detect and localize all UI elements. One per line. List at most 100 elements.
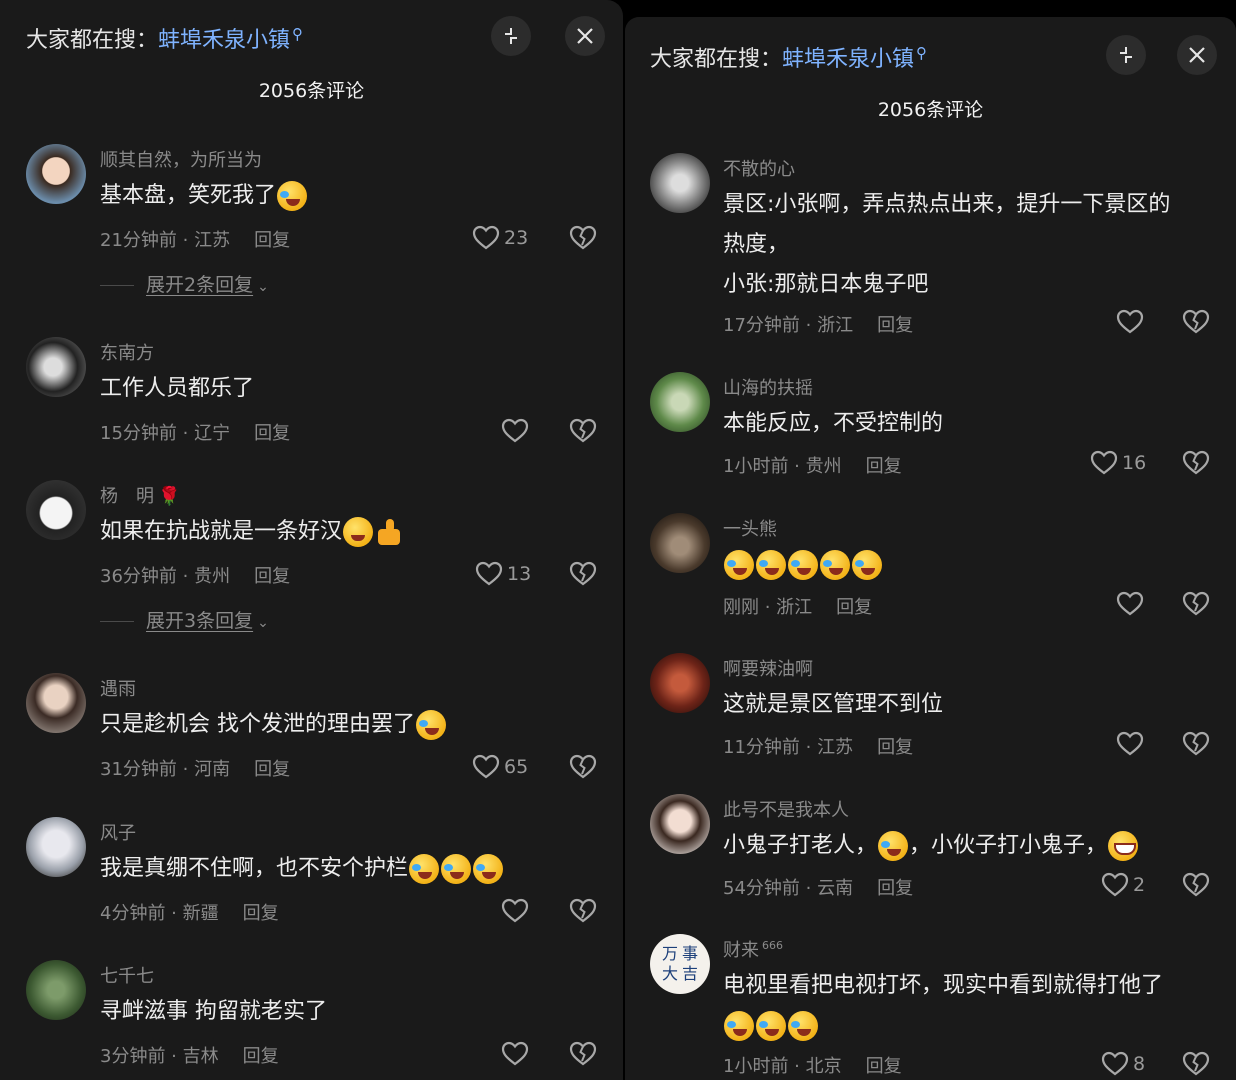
comment-username[interactable]: 东南方 bbox=[100, 339, 154, 365]
broken-heart-icon[interactable] bbox=[1182, 308, 1210, 336]
comment-time-location: 3分钟前 · 吉林 bbox=[100, 1046, 219, 1067]
comment-meta: 刚刚 · 浙江 回复 bbox=[723, 593, 872, 619]
avatar[interactable] bbox=[650, 794, 710, 854]
reply-button[interactable]: 回复 bbox=[254, 423, 290, 444]
trending-search-keyword[interactable]: 蚌埠禾泉小镇 bbox=[158, 28, 290, 53]
comment-count-title: 2056条评论 bbox=[877, 99, 984, 121]
collapse-button[interactable] bbox=[1106, 35, 1146, 75]
comment-meta: 21分钟前 · 江苏 回复 bbox=[100, 226, 290, 252]
comment-username-text: 杨 明 bbox=[100, 486, 154, 507]
reply-button[interactable]: 回复 bbox=[243, 1046, 279, 1067]
like-button[interactable]: 23 bbox=[472, 224, 528, 252]
expand-replies-button[interactable]: 展开3条回复 ⌄ bbox=[100, 606, 269, 633]
trending-search-link[interactable]: 大家都在搜：蚌埠禾泉小镇 ⚲ bbox=[26, 22, 303, 54]
comment-username[interactable]: 山海的扶摇 bbox=[723, 374, 813, 400]
broken-heart-icon[interactable] bbox=[569, 753, 597, 781]
laughing-tears-emoji bbox=[724, 550, 754, 580]
expand-replies-label: 展开3条回复 bbox=[146, 610, 254, 632]
comment-username[interactable]: 遇雨 bbox=[100, 675, 136, 701]
broken-heart-icon[interactable] bbox=[569, 224, 597, 252]
comment-text bbox=[723, 545, 883, 585]
broken-heart-icon[interactable] bbox=[569, 897, 597, 925]
comment-username[interactable]: 七千七 bbox=[100, 962, 154, 988]
avatar[interactable] bbox=[650, 372, 710, 432]
heart-icon bbox=[1116, 590, 1144, 618]
trending-search-keyword[interactable]: 蚌埠禾泉小镇 bbox=[782, 47, 914, 72]
expand-replies-button[interactable]: 展开2条回复 ⌄ bbox=[100, 270, 269, 297]
comment-text: 这就是景区管理不到位 bbox=[723, 692, 944, 717]
like-button[interactable]: 13 bbox=[475, 560, 531, 588]
broken-heart-icon[interactable] bbox=[1182, 1050, 1210, 1078]
close-button[interactable] bbox=[1177, 35, 1217, 75]
comment-meta: 17分钟前 · 浙江 回复 bbox=[723, 311, 913, 337]
comment-username[interactable]: 啊要辣油啊 bbox=[723, 655, 813, 681]
reply-button[interactable]: 回复 bbox=[877, 737, 913, 758]
comment-time-location: 11分钟前 · 江苏 bbox=[723, 737, 854, 758]
comment-text-content: 如果在抗战就是一条好汉 bbox=[100, 519, 343, 544]
reply-button[interactable]: 回复 bbox=[254, 759, 290, 780]
like-button[interactable] bbox=[501, 897, 529, 925]
like-button[interactable] bbox=[501, 417, 529, 445]
avatar[interactable] bbox=[650, 513, 710, 573]
comment-text: 小鬼子打老人， ，小伙子打小鬼子， bbox=[723, 826, 1139, 866]
comment-username[interactable]: 一头熊 bbox=[723, 515, 777, 541]
like-button[interactable] bbox=[501, 1040, 529, 1068]
like-button[interactable]: 2 bbox=[1101, 871, 1145, 899]
trending-search-link[interactable]: 大家都在搜：蚌埠禾泉小镇 ⚲ bbox=[650, 41, 927, 73]
comments-panel-right: 大家都在搜：蚌埠禾泉小镇 ⚲ 2056条评论 不散的心 景区:小张啊，弄点热点出来… bbox=[625, 17, 1236, 1080]
avatar[interactable] bbox=[26, 337, 86, 397]
expand-replies-label: 展开2条回复 bbox=[146, 274, 254, 296]
broken-heart-icon[interactable] bbox=[1182, 730, 1210, 758]
broken-heart-icon[interactable] bbox=[1182, 871, 1210, 899]
comment-username[interactable]: 不散的心 bbox=[723, 155, 795, 181]
comment-meta: 3分钟前 · 吉林 回复 bbox=[100, 1042, 279, 1068]
grinning-emoji bbox=[1108, 831, 1139, 861]
avatar[interactable] bbox=[26, 480, 86, 540]
reply-button[interactable]: 回复 bbox=[866, 456, 902, 477]
comment-username[interactable]: 杨 明 🌹 bbox=[100, 482, 180, 508]
avatar[interactable]: 万 事 大 吉 bbox=[650, 934, 710, 994]
collapse-icon bbox=[1120, 47, 1132, 63]
trending-search-prefix: 大家都在搜： bbox=[650, 47, 783, 72]
reply-button[interactable]: 回复 bbox=[836, 597, 872, 618]
close-button[interactable] bbox=[565, 16, 605, 56]
comment-time-location: 4分钟前 · 新疆 bbox=[100, 903, 219, 924]
broken-heart-icon[interactable] bbox=[569, 1040, 597, 1068]
comment-username[interactable]: 财来 666 bbox=[723, 936, 783, 962]
reply-button[interactable]: 回复 bbox=[243, 903, 279, 924]
avatar[interactable] bbox=[650, 153, 710, 213]
laughing-tears-emoji bbox=[441, 854, 472, 884]
reply-button[interactable]: 回复 bbox=[254, 230, 290, 251]
broken-heart-icon[interactable] bbox=[569, 560, 597, 588]
like-button[interactable] bbox=[1116, 308, 1144, 336]
comment-text: 本能反应，不受控制的 bbox=[723, 411, 944, 436]
like-button[interactable] bbox=[1116, 590, 1144, 618]
collapse-button[interactable] bbox=[491, 16, 531, 56]
like-button[interactable] bbox=[1116, 730, 1144, 758]
comment-text-line: 热度， bbox=[723, 232, 790, 257]
broken-heart-icon[interactable] bbox=[1182, 449, 1210, 477]
avatar[interactable] bbox=[26, 673, 86, 733]
like-button[interactable]: 65 bbox=[472, 753, 528, 781]
grinning-emoji bbox=[343, 517, 374, 547]
avatar[interactable] bbox=[26, 960, 86, 1020]
avatar[interactable] bbox=[26, 817, 86, 877]
comment-username-text: 财来 bbox=[723, 940, 759, 961]
broken-heart-icon[interactable] bbox=[1182, 590, 1210, 618]
reply-button[interactable]: 回复 bbox=[254, 566, 290, 587]
comment-username[interactable]: 顺其自然，为所当为 bbox=[100, 146, 262, 172]
comment-time-location: 54分钟前 · 云南 bbox=[723, 878, 854, 899]
like-button[interactable]: 16 bbox=[1090, 449, 1146, 477]
comment-text: 我是真绷不住啊，也不安个护栏 bbox=[100, 849, 504, 889]
reply-button[interactable]: 回复 bbox=[877, 878, 913, 899]
like-button[interactable]: 8 bbox=[1101, 1050, 1145, 1078]
broken-heart-icon[interactable] bbox=[569, 417, 597, 445]
comment-username[interactable]: 风子 bbox=[100, 819, 136, 845]
reply-button[interactable]: 回复 bbox=[877, 315, 913, 336]
avatar[interactable] bbox=[650, 653, 710, 713]
reply-button[interactable]: 回复 bbox=[866, 1056, 902, 1077]
avatar[interactable] bbox=[26, 144, 86, 204]
comment-meta: 1小时前 · 贵州 回复 bbox=[723, 452, 902, 478]
comment-username[interactable]: 此号不是我本人 bbox=[723, 796, 849, 822]
comment-text-content: 只是趁机会 找个发泄的理由罢了 bbox=[100, 712, 415, 737]
